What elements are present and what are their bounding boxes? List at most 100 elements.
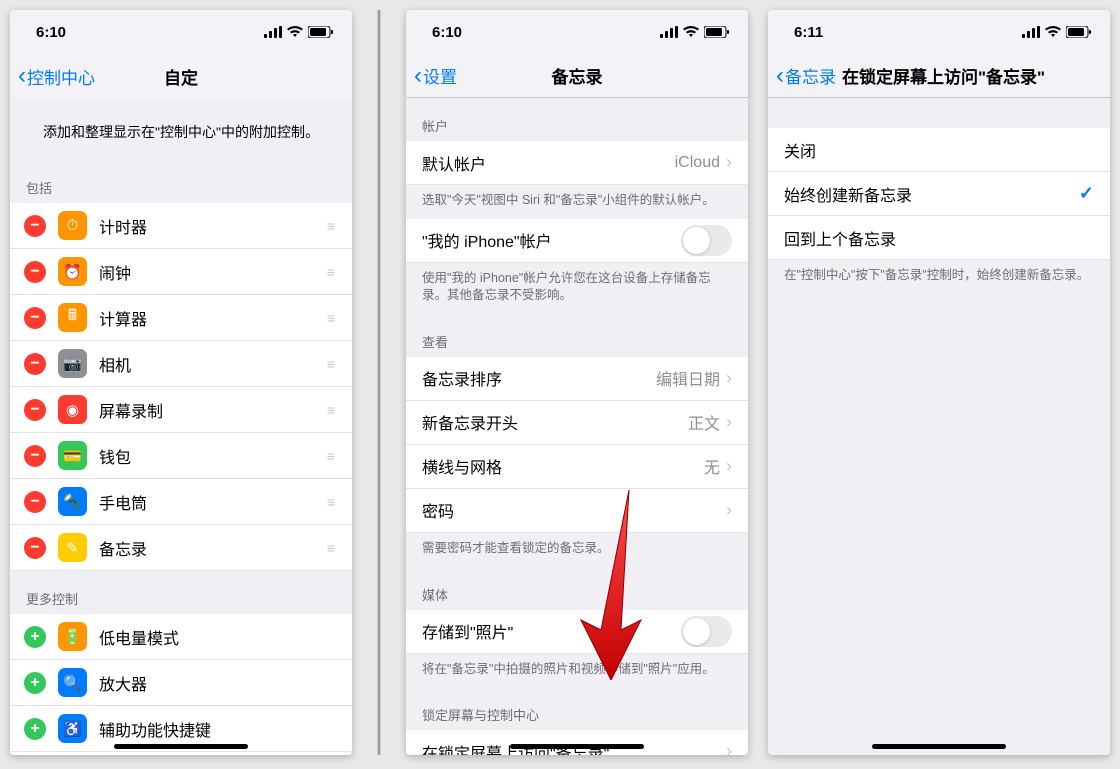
control-row: +🔍放大器 [10,660,352,706]
remove-button[interactable]: − [24,399,46,421]
drag-handle-icon[interactable]: ≡ [327,540,336,556]
control-row: −🔦 手电筒≡ [10,479,352,525]
status-time: 6:10 [36,24,66,41]
chevron-right-icon: › [726,412,732,433]
cell-access-lockscreen[interactable]: 在锁定屏幕上访问"备忘录"› [406,730,748,755]
status-bar: 6:10 [10,10,352,54]
cell-label: "我的 iPhone"帐户 [422,228,681,252]
add-button[interactable]: + [24,672,46,694]
footer-password: 需要密码才能查看锁定的备忘录。 [406,533,748,567]
status-icons [660,26,730,38]
control-label: 计算器 [99,306,327,330]
control-row: −⏰闹钟≡ [10,249,352,295]
cell-label: 始终创建新备忘录 [784,182,1079,206]
remove-button[interactable]: − [24,491,46,513]
app-icon: 🔋 [58,622,87,651]
cell-sort[interactable]: 备忘录排序编辑日期› [406,357,748,401]
home-indicator [872,744,1006,749]
nav-title: 在锁定屏幕上访问"备忘录" [842,63,1045,88]
app-icon: 📷 [58,349,87,378]
app-icon: 💳 [58,441,87,470]
app-icon: 🖩 [58,303,87,332]
option-always-new[interactable]: 始终创建新备忘录✓ [768,172,1110,216]
remove-button[interactable]: − [24,215,46,237]
drag-handle-icon[interactable]: ≡ [327,448,336,464]
chevron-right-icon: › [726,368,732,389]
footer-text: 在"控制中心"按下"备忘录"控制时，始终创建新备忘录。 [768,260,1110,294]
cell-password[interactable]: 密码› [406,489,748,533]
group-header-included: 包括 [10,160,352,203]
remove-button[interactable]: − [24,445,46,467]
remove-button[interactable]: − [24,353,46,375]
intro-text: 添加和整理显示在"控制中心"中的附加控制。 [10,98,352,160]
chevron-left-icon: ‹ [18,64,26,88]
cell-label: 默认帐户 [422,151,675,175]
remove-button[interactable]: − [24,537,46,559]
cell-lines[interactable]: 横线与网格无› [406,445,748,489]
back-label: 备忘录 [785,63,836,88]
battery-icon [704,26,730,38]
group-header-accounts: 帐户 [406,98,748,141]
remove-button[interactable]: − [24,261,46,283]
control-label: 辅助功能快捷键 [99,717,336,741]
cell-value: iCloud [675,154,720,172]
option-off[interactable]: 关闭 [768,128,1110,172]
drag-handle-icon[interactable]: ≡ [327,310,336,326]
cell-new-start[interactable]: 新备忘录开头正文› [406,401,748,445]
separator [378,10,380,755]
app-icon: 🔦 [58,487,87,516]
status-icons [1022,26,1092,38]
add-button[interactable]: + [24,626,46,648]
chevron-right-icon: › [726,152,732,173]
drag-handle-icon[interactable]: ≡ [327,218,336,234]
app-icon: ✎ [58,533,87,562]
chevron-right-icon: › [726,741,732,755]
control-row: −⏱计时器≡ [10,203,352,249]
status-time: 6:11 [794,24,823,41]
toggle-off[interactable] [681,225,732,256]
wifi-icon [287,26,303,38]
nav-title: 备忘录 [406,63,748,88]
back-button[interactable]: ‹备忘录 [768,63,836,88]
screenshot-lockscreen-access: 6:11 ‹备忘录 在锁定屏幕上访问"备忘录" 关闭 始终创建新备忘录✓ 回到上… [768,10,1110,755]
control-row: −🖩 计算器≡ [10,295,352,341]
screenshot-control-center-customize: 6:10 ‹控制中心 自定 添加和整理显示在"控制中心"中的附加控制。 包括 −… [10,10,352,755]
back-button[interactable]: ‹控制中心 [10,64,95,89]
navbar: ‹设置 备忘录 [406,54,748,98]
control-label: 低电量模式 [99,625,336,649]
remove-button[interactable]: − [24,307,46,329]
wifi-icon [1045,26,1061,38]
toggle-off[interactable] [681,616,732,647]
cell-label: 回到上个备忘录 [784,226,1094,250]
drag-handle-icon[interactable]: ≡ [327,494,336,510]
cell-label: 横线与网格 [422,454,704,478]
cellular-icon [264,26,282,38]
status-time: 6:10 [432,24,462,41]
control-row: −✎备忘录≡ [10,525,352,571]
group-header-media: 媒体 [406,567,748,610]
cellular-icon [660,26,678,38]
add-button[interactable]: + [24,718,46,740]
cell-default-account[interactable]: 默认帐户 iCloud › [406,141,748,185]
wifi-icon [683,26,699,38]
drag-handle-icon[interactable]: ≡ [327,356,336,372]
back-button[interactable]: ‹设置 [406,63,457,88]
control-label: 钱包 [99,444,327,468]
footer-save-photos: 将在"备忘录"中拍摄的照片和视频存储到"照片"应用。 [406,654,748,688]
drag-handle-icon[interactable]: ≡ [327,264,336,280]
option-resume-last[interactable]: 回到上个备忘录 [768,216,1110,260]
control-label: 手电筒 [99,490,327,514]
checkmark-icon: ✓ [1079,183,1094,204]
status-bar: 6:11 [768,10,1110,54]
cell-iphone-account[interactable]: "我的 iPhone"帐户 [406,219,748,263]
app-icon: ⏱ [58,211,87,240]
group-header-view: 查看 [406,314,748,357]
app-icon: ⏰ [58,257,87,286]
footer-default-account: 选取"今天"视图中 Siri 和"备忘录"小组件的默认帐户。 [406,185,748,219]
back-label: 设置 [423,63,457,88]
cell-value: 无 [704,454,720,478]
control-row: +🚗驾驶勿扰 [10,752,352,755]
cell-save-photos[interactable]: 存储到"照片" [406,610,748,654]
footer-iphone-account: 使用"我的 iPhone"帐户允许您在这台设备上存储备忘录。其他备忘录不受影响。 [406,263,748,314]
drag-handle-icon[interactable]: ≡ [327,402,336,418]
